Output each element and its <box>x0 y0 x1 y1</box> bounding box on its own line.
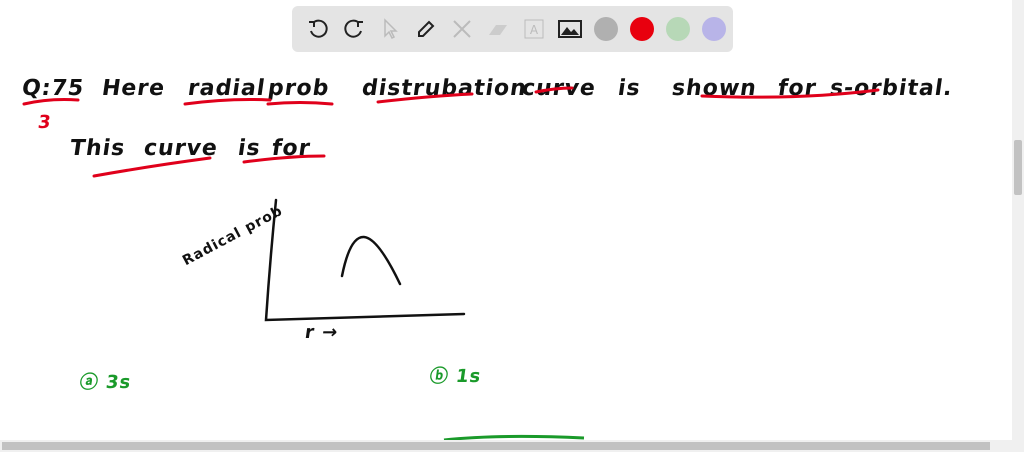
radial-probability-curve <box>340 235 402 286</box>
underline-s-orbital <box>700 88 880 99</box>
underline-curve-2 <box>92 156 212 178</box>
vertical-scrollbar[interactable] <box>1012 0 1024 440</box>
underline-radial <box>183 98 272 106</box>
underline-distrubation <box>376 92 474 104</box>
underline-prob <box>266 101 334 106</box>
vertical-scroll-thumb[interactable] <box>1014 140 1022 195</box>
horizontal-scroll-thumb[interactable] <box>2 442 990 450</box>
underline-for <box>242 154 326 164</box>
horizontal-scrollbar[interactable] <box>0 440 1024 452</box>
graph-axes <box>264 198 466 322</box>
underline-q <box>22 98 80 106</box>
ink-strokes <box>22 86 880 440</box>
graph-sketch <box>264 198 466 322</box>
underline-curve <box>534 86 574 94</box>
